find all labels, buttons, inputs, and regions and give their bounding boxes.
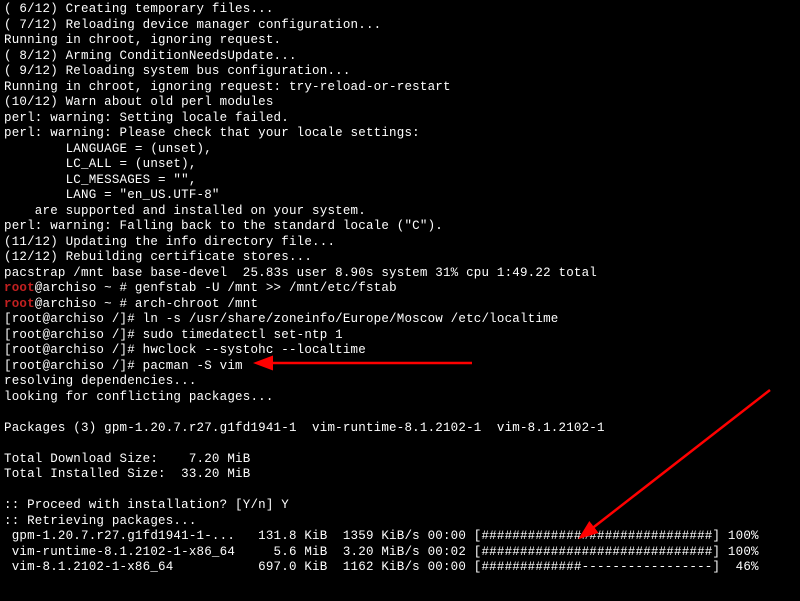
terminal-text: LANG = "en_US.UTF-8" bbox=[4, 188, 220, 202]
terminal-line: LANG = "en_US.UTF-8" bbox=[4, 188, 796, 204]
terminal-line: LC_MESSAGES = "", bbox=[4, 173, 796, 189]
terminal-line: Running in chroot, ignoring request. bbox=[4, 33, 796, 49]
terminal-text: ( 9/12) Reloading system bus configurati… bbox=[4, 64, 351, 78]
terminal-line: Packages (3) gpm-1.20.7.r27.g1fd1941-1 v… bbox=[4, 421, 796, 437]
terminal-text: Running in chroot, ignoring request: try… bbox=[4, 80, 451, 94]
terminal-line: LC_ALL = (unset), bbox=[4, 157, 796, 173]
terminal-text: (11/12) Updating the info directory file… bbox=[4, 235, 335, 249]
terminal-text: LANGUAGE = (unset), bbox=[4, 142, 212, 156]
terminal-line: ( 9/12) Reloading system bus configurati… bbox=[4, 64, 796, 80]
terminal-line: (12/12) Rebuilding certificate stores... bbox=[4, 250, 796, 266]
terminal-text: ( 6/12) Creating temporary files... bbox=[4, 2, 274, 16]
terminal-text: pacstrap /mnt base base-devel 25.83s use… bbox=[4, 266, 597, 280]
terminal-text: looking for conflicting packages... bbox=[4, 390, 274, 404]
terminal-line: perl: warning: Please check that your lo… bbox=[4, 126, 796, 142]
terminal-line: :: Retrieving packages... bbox=[4, 514, 796, 530]
terminal-text: @archiso ~ # genfstab -U /mnt >> /mnt/et… bbox=[35, 281, 397, 295]
terminal-line: :: Proceed with installation? [Y/n] Y bbox=[4, 498, 796, 514]
terminal-line bbox=[4, 405, 796, 421]
terminal-line: gpm-1.20.7.r27.g1fd1941-1-... 131.8 KiB … bbox=[4, 529, 796, 545]
terminal-line bbox=[4, 483, 796, 499]
terminal-line: [root@archiso /]# hwclock --systohc --lo… bbox=[4, 343, 796, 359]
terminal-text: are supported and installed on your syst… bbox=[4, 204, 366, 218]
terminal-line: looking for conflicting packages... bbox=[4, 390, 796, 406]
terminal-text: Total Installed Size: 33.20 MiB bbox=[4, 467, 250, 481]
terminal-line: Running in chroot, ignoring request: try… bbox=[4, 80, 796, 96]
terminal-line: LANGUAGE = (unset), bbox=[4, 142, 796, 158]
terminal-text: resolving dependencies... bbox=[4, 374, 197, 388]
terminal-text: :: Retrieving packages... bbox=[4, 514, 197, 528]
terminal-line: perl: warning: Setting locale failed. bbox=[4, 111, 796, 127]
terminal-text: LC_MESSAGES = "", bbox=[4, 173, 197, 187]
terminal-text: Packages (3) gpm-1.20.7.r27.g1fd1941-1 v… bbox=[4, 421, 605, 435]
terminal-line: are supported and installed on your syst… bbox=[4, 204, 796, 220]
terminal-output[interactable]: ( 6/12) Creating temporary files... ( 7/1… bbox=[0, 0, 800, 578]
terminal-line: pacstrap /mnt base base-devel 25.83s use… bbox=[4, 266, 796, 282]
terminal-text: (10/12) Warn about old perl modules bbox=[4, 95, 274, 109]
terminal-line: perl: warning: Falling back to the stand… bbox=[4, 219, 796, 235]
terminal-line: vim-8.1.2102-1-x86_64 697.0 KiB 1162 KiB… bbox=[4, 560, 796, 576]
terminal-text: perl: warning: Falling back to the stand… bbox=[4, 219, 443, 233]
terminal-line: vim-runtime-8.1.2102-1-x86_64 5.6 MiB 3.… bbox=[4, 545, 796, 561]
terminal-text: @archiso ~ # arch-chroot /mnt bbox=[35, 297, 258, 311]
terminal-line: ( 7/12) Reloading device manager configu… bbox=[4, 18, 796, 34]
terminal-line: [root@archiso /]# sudo timedatectl set-n… bbox=[4, 328, 796, 344]
terminal-line: ( 6/12) Creating temporary files... bbox=[4, 2, 796, 18]
terminal-text: [root@archiso /]# hwclock --systohc --lo… bbox=[4, 343, 366, 357]
terminal-text: perl: warning: Please check that your lo… bbox=[4, 126, 420, 140]
terminal-text: [root@archiso /]# pacman -S vim bbox=[4, 359, 243, 373]
terminal-text: root bbox=[4, 281, 35, 295]
terminal-text: Running in chroot, ignoring request. bbox=[4, 33, 281, 47]
terminal-line: Total Installed Size: 33.20 MiB bbox=[4, 467, 796, 483]
terminal-line: root@archiso ~ # genfstab -U /mnt >> /mn… bbox=[4, 281, 796, 297]
terminal-line: Total Download Size: 7.20 MiB bbox=[4, 452, 796, 468]
terminal-text: vim-runtime-8.1.2102-1-x86_64 5.6 MiB 3.… bbox=[4, 545, 759, 559]
terminal-line: resolving dependencies... bbox=[4, 374, 796, 390]
terminal-text: ( 8/12) Arming ConditionNeedsUpdate... bbox=[4, 49, 297, 63]
terminal-text: [root@archiso /]# sudo timedatectl set-n… bbox=[4, 328, 343, 342]
terminal-text: LC_ALL = (unset), bbox=[4, 157, 197, 171]
terminal-line: [root@archiso /]# pacman -S vim bbox=[4, 359, 796, 375]
terminal-line: (10/12) Warn about old perl modules bbox=[4, 95, 796, 111]
terminal-line bbox=[4, 436, 796, 452]
terminal-line: ( 8/12) Arming ConditionNeedsUpdate... bbox=[4, 49, 796, 65]
terminal-text: root bbox=[4, 297, 35, 311]
terminal-text: ( 7/12) Reloading device manager configu… bbox=[4, 18, 381, 32]
terminal-text: perl: warning: Setting locale failed. bbox=[4, 111, 289, 125]
terminal-text: Total Download Size: 7.20 MiB bbox=[4, 452, 250, 466]
terminal-line: [root@archiso /]# ln -s /usr/share/zonei… bbox=[4, 312, 796, 328]
terminal-text: gpm-1.20.7.r27.g1fd1941-1-... 131.8 KiB … bbox=[4, 529, 759, 543]
terminal-text: vim-8.1.2102-1-x86_64 697.0 KiB 1162 KiB… bbox=[4, 560, 759, 574]
terminal-line: root@archiso ~ # arch-chroot /mnt bbox=[4, 297, 796, 313]
terminal-text: [root@archiso /]# ln -s /usr/share/zonei… bbox=[4, 312, 559, 326]
terminal-text: (12/12) Rebuilding certificate stores... bbox=[4, 250, 312, 264]
terminal-text: :: Proceed with installation? [Y/n] Y bbox=[4, 498, 289, 512]
terminal-line: (11/12) Updating the info directory file… bbox=[4, 235, 796, 251]
